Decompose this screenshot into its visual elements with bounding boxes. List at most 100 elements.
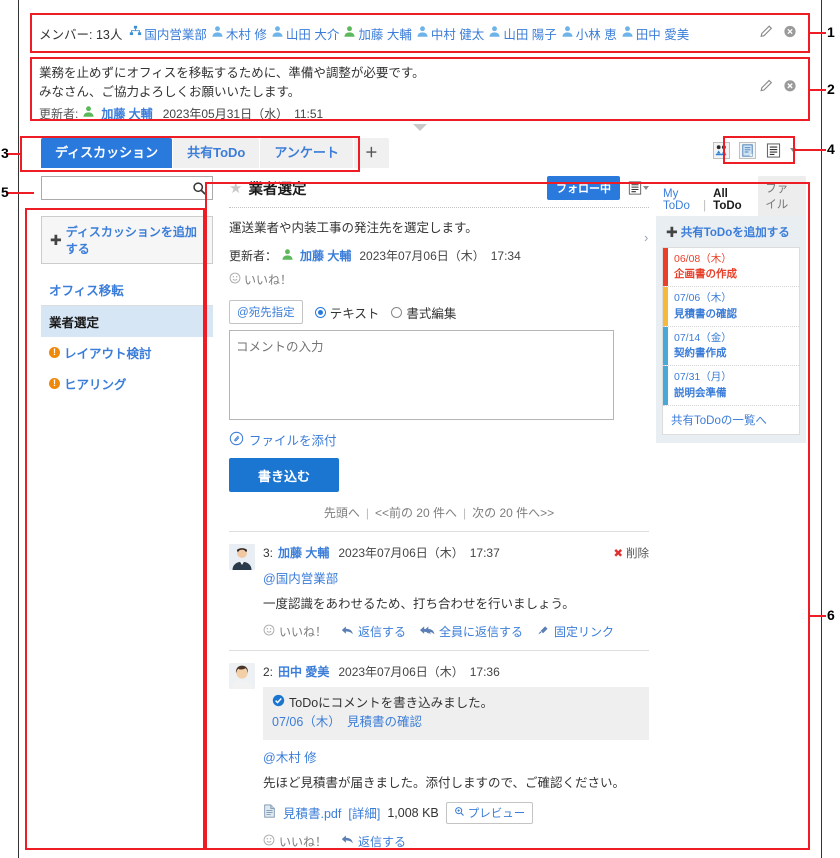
member-chip-user-4[interactable]: 中村 健太 (416, 24, 484, 43)
description-line-2: みなさん、ご協力よろしくお願いいたします。 (39, 85, 301, 100)
like-button[interactable]: いいね！ (263, 623, 327, 640)
search-icon[interactable] (192, 181, 207, 201)
member-chip-user-3[interactable]: 加藤 大輔 (343, 24, 412, 43)
members-icon[interactable] (711, 140, 731, 160)
member-chip-user-2[interactable]: 山田 大介 (271, 24, 339, 43)
permalink-label: 固定リンク (554, 625, 615, 639)
tab-files[interactable]: ファイル (758, 176, 806, 216)
address-specify-button[interactable]: @宛先指定 (229, 300, 303, 324)
chevron-down-icon[interactable] (643, 186, 649, 190)
remove-circle-icon[interactable] (783, 79, 797, 99)
comment-mention[interactable]: @国内営業部 (263, 568, 649, 587)
preview-button[interactable]: プレビュー (445, 801, 534, 824)
comment-text: 一度認識をあわせるため、打ち合わせを行いましょう。 (263, 597, 575, 611)
member-chip-user-6[interactable]: 小林 恵 (561, 24, 617, 43)
todo-list-more-link[interactable]: 共有ToDoの一覧へ (663, 406, 799, 434)
menu-list-icon[interactable] (628, 181, 649, 195)
todo-quote-link[interactable]: 07/06（木） 見積書の確認 (272, 713, 640, 732)
tab-all-todo[interactable]: All ToDo (706, 184, 754, 216)
add-shared-todo-button[interactable]: ✚ 共有ToDoを追加する (662, 222, 800, 247)
pager-prev[interactable]: <<前の 20 件へ (375, 506, 457, 520)
search-input[interactable] (42, 178, 182, 198)
comment-mention[interactable]: @木村 修 (263, 747, 649, 766)
sidebar-item-layout-review[interactable]: ! レイアウト検討 (41, 337, 213, 368)
comment-text: 先ほど見積書が届きました。添付しますので、ご確認ください。 (263, 775, 626, 790)
left-sidebar: ✚ ディスカッションを追加する オフィス移転 業者選定 ! レイアウト検討 ! … (41, 176, 221, 399)
search-box[interactable] (41, 176, 213, 200)
attachment-detail-link[interactable]: [詳細] (348, 803, 380, 822)
comment-body: 3: 加藤 大輔 2023年07月06日（木） 17:37 ✖ 削除 @国内営業… (263, 544, 649, 640)
member-chip-user-1[interactable]: 木村 修 (211, 24, 267, 43)
todo-date: 07/31（月） (674, 371, 732, 384)
follow-button[interactable]: フォロー中 (547, 176, 620, 200)
list-item[interactable]: 06/08（木） 企画書の作成 (663, 248, 799, 288)
sidebar-item-hearing[interactable]: ! ヒアリング (41, 368, 213, 399)
topic-like-button[interactable]: いいね！ (229, 271, 649, 288)
annotation-number-6: 6 (827, 607, 835, 623)
radio-rich-mode[interactable]: 書式編集 (391, 303, 456, 322)
reply-button[interactable]: 返信する (341, 623, 406, 640)
sidebar-item-label: レイアウト検討 (64, 347, 152, 361)
comment-input[interactable] (229, 330, 614, 420)
menu-list-icon[interactable] (763, 140, 783, 160)
tab-shared-todo[interactable]: 共有ToDo (173, 138, 260, 168)
pager-next[interactable]: 次の 20 件へ>> (472, 506, 554, 520)
tab-survey[interactable]: アンケート (260, 138, 353, 168)
notes-icon[interactable] (737, 140, 757, 160)
topic-meta: 更新者： 加藤 大輔 2023年07月06日（木） 17:34 (229, 247, 649, 264)
tab-my-todo[interactable]: My ToDo (656, 184, 703, 216)
smile-icon (263, 624, 275, 639)
tab-bar: ディスカッション 共有ToDo アンケート ＋ (41, 138, 389, 168)
add-discussion-label: ディスカッションを追加する (65, 225, 197, 256)
todo-quote-line-1: ToDoにコメントを書き込みました。 (272, 694, 640, 713)
user-icon (621, 25, 634, 41)
chevron-right-icon[interactable]: › (644, 230, 648, 245)
member-chip-user-7[interactable]: 田中 愛美 (621, 24, 689, 43)
chevron-down-icon[interactable] (413, 124, 427, 131)
todo-panel: My ToDo | All ToDo ファイル › ✚ 共有ToDoを追加する (644, 176, 806, 443)
pencil-icon[interactable] (759, 25, 773, 42)
add-discussion-button[interactable]: ✚ ディスカッションを追加する (41, 216, 213, 264)
member-name: 田中 愛美 (635, 27, 690, 42)
reply-all-label: 全員に返信する (439, 625, 524, 639)
topic-description: 運送業者や内装工事の発注先を選定します。 (229, 221, 478, 235)
link-icon (537, 624, 550, 639)
discussion-group-title[interactable]: オフィス移転 (41, 274, 213, 306)
comment-body: 2: 田中 愛美 2023年07月06日（木） 17:36 ToDoにコメントを… (263, 663, 649, 850)
attach-file-button[interactable]: ファイルを添付 (229, 430, 649, 449)
comment-author[interactable]: 田中 愛美 (278, 663, 329, 680)
pencil-icon[interactable] (759, 79, 773, 99)
topic-header-actions: フォロー中 (547, 176, 649, 200)
list-item[interactable]: 07/14（金） 契約書作成 (663, 326, 799, 367)
submit-comment-button[interactable]: 書き込む (229, 458, 339, 492)
reply-button[interactable]: 返信する (341, 833, 406, 850)
tab-add-button[interactable]: ＋ (353, 138, 389, 168)
annotation-line-5 (6, 192, 34, 194)
comment-author[interactable]: 加藤 大輔 (278, 544, 329, 561)
delete-comment-button[interactable]: ✖ 削除 (613, 545, 649, 561)
comment-date: 2023年07月06日（木） 17:36 (338, 665, 500, 679)
pager-first[interactable]: 先頭へ (324, 506, 360, 520)
permalink-button[interactable]: 固定リンク (537, 623, 614, 640)
reply-all-button[interactable]: 全員に返信する (420, 623, 523, 640)
annotation-number-1: 1 (827, 24, 835, 40)
annotation-line-6 (810, 615, 826, 617)
user-icon (561, 25, 574, 41)
sidebar-item-vendor-selection[interactable]: 業者選定 (41, 306, 213, 337)
member-chip-org[interactable]: 国内営業部 (129, 24, 207, 43)
updater-label: 更新者: (39, 106, 79, 121)
remove-circle-icon[interactable] (783, 25, 797, 42)
star-icon[interactable]: ★ (229, 179, 242, 197)
user-icon (211, 25, 224, 41)
file-icon (263, 804, 276, 821)
tab-discussion[interactable]: ディスカッション (41, 138, 173, 168)
member-chip-user-5[interactable]: 山田 陽子 (488, 24, 557, 43)
updater-name[interactable]: 加藤 大輔 (300, 247, 351, 264)
like-button[interactable]: いいね！ (263, 833, 327, 850)
radio-text-mode[interactable]: テキスト (314, 303, 379, 322)
attachment-name[interactable]: 見積書.pdf (283, 803, 341, 822)
updater-name[interactable]: 加藤 大輔 (101, 105, 152, 124)
comment-number: 2: (263, 664, 274, 679)
list-item[interactable]: 07/31（月） 説明会準備 (663, 366, 799, 406)
list-item[interactable]: 07/06（木） 見積書の確認 (663, 287, 799, 327)
